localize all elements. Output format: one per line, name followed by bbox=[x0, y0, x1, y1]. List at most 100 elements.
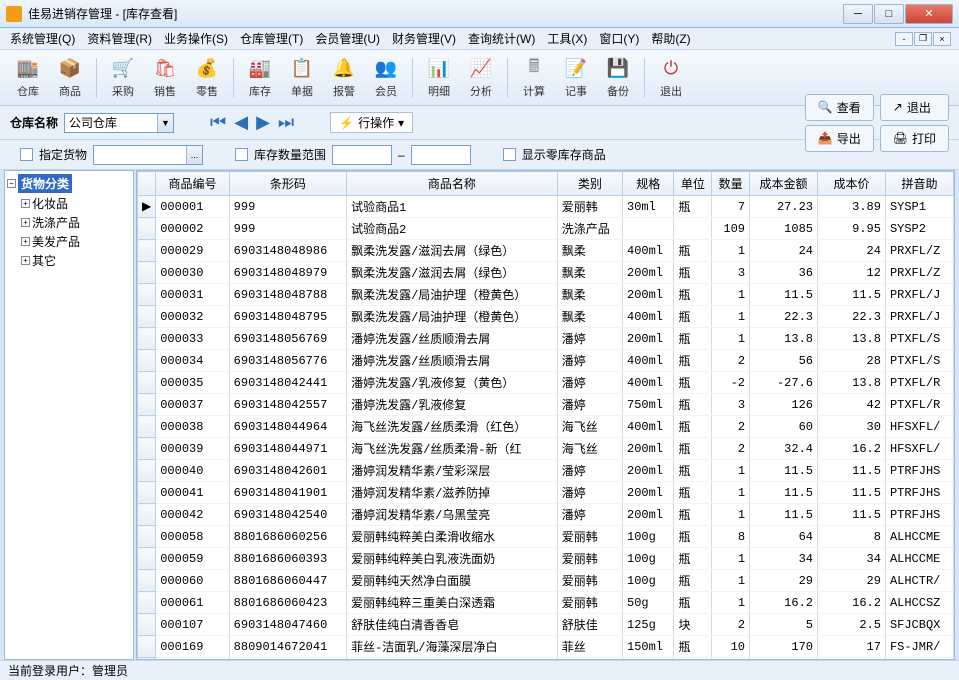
toolbar-会员[interactable]: 👥会员 bbox=[366, 55, 406, 101]
menu-item[interactable]: 窗口(Y) bbox=[593, 30, 645, 48]
table-row[interactable]: ▶000001999试验商品1爱丽韩30ml瓶727.233.89SYSP1 bbox=[138, 196, 954, 218]
toolbar-单据[interactable]: 📋单据 bbox=[282, 55, 322, 101]
tree-root[interactable]: − 货物分类 bbox=[7, 173, 131, 194]
mdi-controls: - ❐ × bbox=[895, 32, 951, 46]
exit-button[interactable]: ↗退出 bbox=[880, 94, 949, 121]
toolbar-退出[interactable]: ⏻退出 bbox=[651, 55, 691, 101]
menu-item[interactable]: 仓库管理(T) bbox=[234, 30, 309, 48]
menu-item[interactable]: 业务操作(S) bbox=[158, 30, 234, 48]
table-row[interactable]: 0000346903148056776潘婷洗发露/丝质顺滑去屑潘婷400ml瓶2… bbox=[138, 350, 954, 372]
column-header[interactable]: 数量 bbox=[712, 172, 750, 196]
row-indicator-header[interactable] bbox=[138, 172, 156, 196]
toolbar-icon: 📝 bbox=[564, 57, 588, 81]
menu-item[interactable]: 系统管理(Q) bbox=[4, 30, 81, 48]
table-row[interactable]: 0000608801686060447爱丽韩纯天然净白面膜爱丽韩100g瓶129… bbox=[138, 570, 954, 592]
toolbar-仓库[interactable]: 🏬仓库 bbox=[8, 55, 48, 101]
qty-max-input[interactable] bbox=[411, 145, 471, 165]
specific-goods-checkbox[interactable] bbox=[20, 148, 33, 161]
table-row[interactable]: 0000376903148042557潘婷洗发露/乳液修复潘婷750ml瓶312… bbox=[138, 394, 954, 416]
table-row[interactable]: 0001698809014672041菲丝-洁面乳/海藻深层净白菲丝150ml瓶… bbox=[138, 636, 954, 658]
toolbar-库存[interactable]: 🏭库存 bbox=[240, 55, 280, 101]
warehouse-label: 仓库名称 bbox=[10, 114, 58, 131]
column-header[interactable]: 成本价 bbox=[817, 172, 885, 196]
table-row[interactable]: 0000316903148048788飘柔洗发露/局油护理（橙黄色）飘柔200m… bbox=[138, 284, 954, 306]
table-row[interactable]: 0000416903148041901潘婷润发精华素/滋养防掉潘婷200ml瓶1… bbox=[138, 482, 954, 504]
close-button[interactable]: ✕ bbox=[905, 4, 953, 24]
table-row[interactable]: 0000588801686060256爱丽韩纯粹美白柔滑收缩水爱丽韩100g瓶8… bbox=[138, 526, 954, 548]
qty-range-label: 库存数量范围 bbox=[254, 146, 326, 163]
dotdot-button[interactable]: ... bbox=[186, 146, 202, 164]
tree-node[interactable]: +美发产品 bbox=[21, 232, 131, 251]
specific-goods-combo[interactable]: ... bbox=[93, 145, 203, 165]
table-row[interactable]: 0000406903148042601潘婷润发精华素/莹彩深层潘婷200ml瓶1… bbox=[138, 460, 954, 482]
table-row[interactable]: 0000426903148042540潘婷润发精华素/乌黑莹亮潘婷200ml瓶1… bbox=[138, 504, 954, 526]
toolbar-销售[interactable]: 🛍销售 bbox=[145, 55, 185, 101]
table-row[interactable]: 0001076903148047460舒肤佳纯白清香香皂舒肤佳125g块252.… bbox=[138, 614, 954, 636]
toolbar-计算[interactable]: 🖩计算 bbox=[514, 55, 554, 101]
first-record-icon[interactable]: ⏮ bbox=[210, 112, 226, 133]
column-header[interactable]: 商品编号 bbox=[156, 172, 229, 196]
menu-item[interactable]: 资料管理(R) bbox=[81, 30, 158, 48]
qty-min-input[interactable] bbox=[332, 145, 392, 165]
print-button[interactable]: 🖨打印 bbox=[880, 125, 949, 152]
column-header[interactable]: 条形码 bbox=[229, 172, 346, 196]
chevron-down-icon: ▾ bbox=[398, 116, 404, 130]
menu-item[interactable]: 财务管理(V) bbox=[386, 30, 462, 48]
toolbar-零售[interactable]: 💰零售 bbox=[187, 55, 227, 101]
table-row[interactable]: 0000326903148048795飘柔洗发露/局油护理（橙黄色）飘柔400m… bbox=[138, 306, 954, 328]
toolbar-报警[interactable]: 🔔报警 bbox=[324, 55, 364, 101]
expand-icon[interactable]: + bbox=[21, 218, 30, 227]
table-row[interactable]: 0000356903148042441潘婷洗发露/乳液修复（黄色）潘婷400ml… bbox=[138, 372, 954, 394]
collapse-icon[interactable]: − bbox=[7, 179, 16, 188]
expand-icon[interactable]: + bbox=[21, 256, 30, 265]
table-row[interactable]: 0002108809014672058菲丝-洁面乳/牛奶亮采美白菲丝150ml瓶… bbox=[138, 658, 954, 661]
toolbar-分析[interactable]: 📈分析 bbox=[461, 55, 501, 101]
column-header[interactable]: 单位 bbox=[674, 172, 712, 196]
toolbar-采购[interactable]: 🛒采购 bbox=[103, 55, 143, 101]
toolbar-商品[interactable]: 📦商品 bbox=[50, 55, 90, 101]
menu-item[interactable]: 会员管理(U) bbox=[309, 30, 386, 48]
menu-item[interactable]: 帮助(Z) bbox=[645, 30, 696, 48]
view-button[interactable]: 🔍查看 bbox=[805, 94, 874, 121]
table-row[interactable]: 0000598801686060393爱丽韩纯粹美白乳液洗面奶爱丽韩100g瓶1… bbox=[138, 548, 954, 570]
table-row[interactable]: 0000618801686060423爱丽韩纯粹三重美白深透霜爱丽韩50g瓶11… bbox=[138, 592, 954, 614]
category-tree[interactable]: − 货物分类 +化妆品+洗涤产品+美发产品+其它 bbox=[4, 170, 134, 660]
mdi-restore[interactable]: ❐ bbox=[914, 32, 932, 46]
mdi-minimize[interactable]: - bbox=[895, 32, 913, 46]
show-zero-checkbox[interactable] bbox=[503, 148, 516, 161]
warehouse-combo[interactable]: ▼ bbox=[64, 113, 174, 133]
mdi-close[interactable]: × bbox=[933, 32, 951, 46]
export-button[interactable]: 📤导出 bbox=[805, 125, 874, 152]
prev-record-icon[interactable]: ◀ bbox=[234, 112, 248, 133]
exit-icon: ↗ bbox=[893, 100, 903, 114]
column-header[interactable]: 成本金额 bbox=[750, 172, 818, 196]
table-row[interactable]: 0000386903148044964海飞丝洗发露/丝质柔滑（红色）海飞丝400… bbox=[138, 416, 954, 438]
toolbar-记事[interactable]: 📝记事 bbox=[556, 55, 596, 101]
column-header[interactable]: 拼音助 bbox=[885, 172, 953, 196]
row-operation-button[interactable]: ⚡ 行操作 ▾ bbox=[330, 112, 413, 133]
toolbar-备份[interactable]: 💾备份 bbox=[598, 55, 638, 101]
table-row[interactable]: 0000336903148056769潘婷洗发露/丝质顺滑去屑潘婷200ml瓶1… bbox=[138, 328, 954, 350]
menu-item[interactable]: 查询统计(W) bbox=[462, 30, 541, 48]
tree-node[interactable]: +洗涤产品 bbox=[21, 213, 131, 232]
maximize-button[interactable]: □ bbox=[874, 4, 904, 24]
qty-range-checkbox[interactable] bbox=[235, 148, 248, 161]
next-record-icon[interactable]: ▶ bbox=[256, 112, 270, 133]
expand-icon[interactable]: + bbox=[21, 237, 30, 246]
toolbar-明细[interactable]: 📊明细 bbox=[419, 55, 459, 101]
column-header[interactable]: 规格 bbox=[623, 172, 674, 196]
tree-node[interactable]: +化妆品 bbox=[21, 194, 131, 213]
inventory-grid[interactable]: 商品编号条形码商品名称类别规格单位数量成本金额成本价拼音助 ▶000001999… bbox=[136, 170, 955, 660]
minimize-button[interactable]: ─ bbox=[843, 4, 873, 24]
table-row[interactable]: 0000396903148044971海飞丝洗发露/丝质柔滑-新（红海飞丝200… bbox=[138, 438, 954, 460]
table-row[interactable]: 0000306903148048979飘柔洗发露/滋润去屑（绿色）飘柔200ml… bbox=[138, 262, 954, 284]
dropdown-arrow-icon[interactable]: ▼ bbox=[157, 114, 173, 132]
tree-node[interactable]: +其它 bbox=[21, 251, 131, 270]
expand-icon[interactable]: + bbox=[21, 199, 30, 208]
column-header[interactable]: 商品名称 bbox=[347, 172, 558, 196]
table-row[interactable]: 000002999试验商品2洗涤产品10910859.95SYSP2 bbox=[138, 218, 954, 240]
column-header[interactable]: 类别 bbox=[557, 172, 622, 196]
menu-item[interactable]: 工具(X) bbox=[541, 30, 593, 48]
last-record-icon[interactable]: ⏭ bbox=[278, 112, 294, 133]
table-row[interactable]: 0000296903148048986飘柔洗发露/滋润去屑（绿色）飘柔400ml… bbox=[138, 240, 954, 262]
